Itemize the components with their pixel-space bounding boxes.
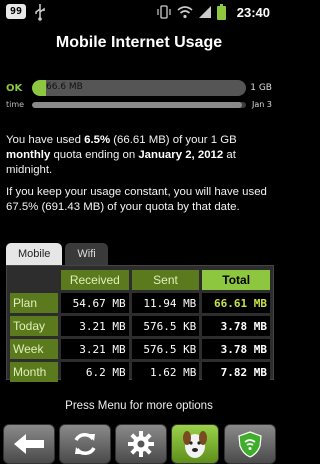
- menu-hint-text: Press Menu for more options: [65, 400, 213, 412]
- cell-total: 3.78 MB: [202, 316, 270, 336]
- usage-projection-text: If you keep your usage constant, you wil…: [6, 186, 267, 213]
- refresh-icon: [74, 433, 96, 455]
- usage-summary-text: You have used 6.5% (66.61 MB) of your 1 …: [6, 134, 237, 176]
- quota-progress-fill: [32, 80, 46, 96]
- time-bar-row: time Jan 3: [4, 99, 274, 115]
- table-corner: [10, 270, 58, 290]
- time-progress-fill: [32, 102, 242, 108]
- battery-icon: [216, 4, 226, 20]
- cell-sent: 576.5 KB: [131, 316, 200, 336]
- usage-table: Received Sent Total Plan 54.67 MB 11.94 …: [6, 265, 274, 382]
- cell-total: 7.82 MB: [202, 362, 270, 382]
- table-row: Month 6.2 MB 1.62 MB 7.82 MB: [10, 362, 270, 382]
- quota-limit-label: 1 GB: [250, 83, 272, 93]
- cell-received: 3.21 MB: [61, 316, 129, 336]
- quota-status-label: OK: [6, 83, 23, 94]
- quota-bar-row: OK 66.6 MB 1 GB: [4, 80, 274, 96]
- app-icon-button[interactable]: [171, 424, 219, 464]
- cell-sent: 11.94 MB: [131, 293, 200, 313]
- usb-icon: [35, 4, 45, 21]
- cell-total: 66.61 MB: [202, 293, 270, 313]
- back-arrow-icon: [14, 434, 44, 454]
- vibrate-icon: [157, 5, 171, 19]
- column-header-received: Received: [61, 270, 129, 290]
- quota-progress-bar: 66.6 MB: [32, 80, 246, 96]
- cell-received: 3.21 MB: [61, 339, 129, 359]
- tab-mobile[interactable]: Mobile: [6, 243, 63, 265]
- row-label-week: Week: [10, 339, 58, 359]
- refresh-button[interactable]: [59, 424, 111, 464]
- bottom-toolbar: [0, 422, 278, 464]
- cell-total: 3.78 MB: [202, 339, 270, 359]
- tab-wifi[interactable]: Wifi: [65, 243, 108, 265]
- signal-icon: [198, 6, 211, 18]
- time-label: time: [6, 100, 25, 109]
- wifi-icon: [177, 6, 193, 19]
- column-header-total: Total: [202, 270, 270, 290]
- quota-used-value: 66.6 MB: [46, 82, 83, 92]
- network-tabs: Mobile Wifi: [6, 243, 108, 265]
- row-label-month: Month: [10, 362, 58, 382]
- security-button[interactable]: [224, 424, 276, 464]
- settings-gear-icon: [128, 431, 154, 457]
- status-bar: 99 23:40: [0, 0, 278, 24]
- page-title: Mobile Internet Usage: [55, 34, 223, 51]
- table-row: Plan 54.67 MB 11.94 MB 66.61 MB: [10, 293, 270, 313]
- back-button[interactable]: [3, 424, 55, 464]
- notification-count-badge[interactable]: 99: [6, 4, 26, 19]
- time-end-label: Jan 3: [252, 100, 272, 109]
- settings-button[interactable]: [115, 424, 167, 464]
- cell-received: 6.2 MB: [61, 362, 129, 382]
- dog-app-icon: [183, 431, 207, 458]
- table-row: Week 3.21 MB 576.5 KB 3.78 MB: [10, 339, 270, 359]
- column-header-sent: Sent: [131, 270, 200, 290]
- cell-received: 54.67 MB: [61, 293, 129, 313]
- shield-icon: [238, 431, 262, 458]
- table-header-row: Received Sent Total: [10, 270, 270, 290]
- row-label-plan: Plan: [10, 293, 58, 313]
- row-label-today: Today: [10, 316, 58, 336]
- cell-sent: 1.62 MB: [131, 362, 200, 382]
- table-row: Today 3.21 MB 576.5 KB 3.78 MB: [10, 316, 270, 336]
- cell-sent: 576.5 KB: [131, 339, 200, 359]
- time-progress-bar: [32, 102, 246, 108]
- clock: 23:40: [236, 4, 270, 20]
